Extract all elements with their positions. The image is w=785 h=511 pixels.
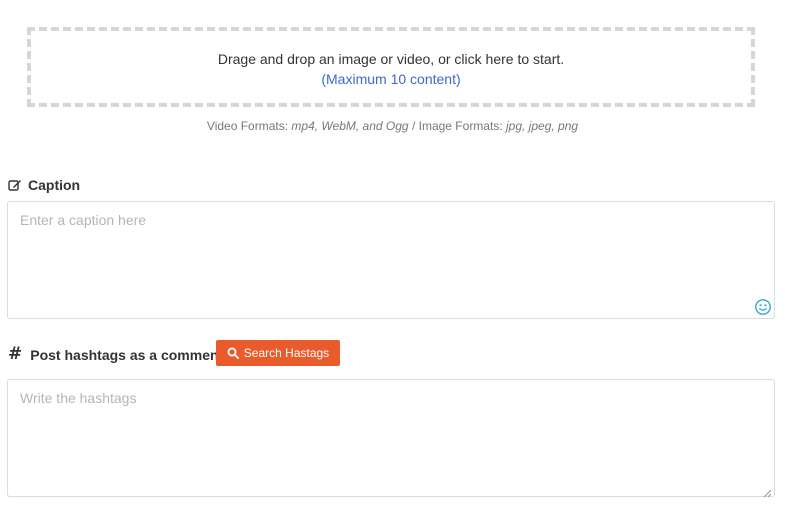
video-formats-label: Video Formats: bbox=[206, 119, 289, 133]
image-formats-list: jpg, jpeg, png bbox=[506, 119, 579, 133]
hashtag-icon: # bbox=[8, 344, 23, 364]
edit-icon bbox=[8, 178, 22, 192]
media-dropzone[interactable]: Drage and drop an image or video, or cli… bbox=[27, 27, 755, 107]
image-formats-label: Image Formats: bbox=[418, 119, 503, 133]
dropzone-limit-note: (Maximum 10 content) bbox=[321, 71, 461, 87]
search-hashtags-button[interactable]: Search Hastags bbox=[216, 340, 340, 366]
hashtags-field bbox=[7, 379, 775, 498]
caption-field bbox=[7, 201, 775, 319]
dropzone-instruction: Drage and drop an image or video, or cli… bbox=[217, 51, 565, 67]
search-icon bbox=[227, 347, 239, 359]
caption-label: Caption bbox=[28, 177, 81, 193]
hashtags-label: Post hashtags as a comment bbox=[30, 346, 224, 363]
caption-heading: Caption bbox=[8, 177, 80, 193]
resize-grip-icon[interactable] bbox=[763, 485, 772, 498]
post-composer: Drage and drop an image or video, or cli… bbox=[0, 0, 785, 511]
search-hashtags-label: Search Hastags bbox=[243, 346, 330, 360]
smiley-icon[interactable] bbox=[754, 298, 772, 316]
hashtags-heading: # Post hashtags as a comment bbox=[8, 346, 223, 363]
hashtags-input[interactable] bbox=[8, 380, 774, 496]
video-formats-list: mp4, WebM, and Ogg bbox=[291, 119, 409, 133]
formats-separator: / bbox=[411, 119, 416, 133]
caption-input[interactable] bbox=[8, 202, 774, 318]
supported-formats-note: Video Formats: mp4, WebM, and Ogg / Imag… bbox=[0, 119, 785, 133]
